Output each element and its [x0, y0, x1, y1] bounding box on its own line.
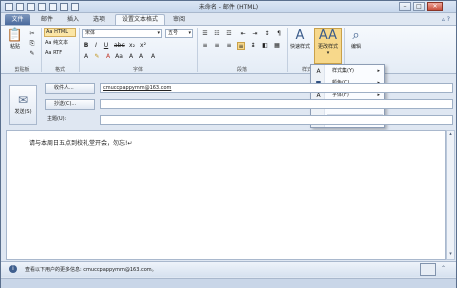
to-recipient[interactable]: cmuccpappymm@163.com: [103, 85, 171, 91]
info-icon: i: [9, 265, 17, 273]
format-rtf-button[interactable]: Aa RTF: [45, 50, 62, 56]
ribbon-tabs: 文件 邮件 插入 选项 设置文本格式 审阅 ▵ ?: [1, 13, 456, 26]
body-text[interactable]: 请与本周日五点到校礼堂开会，勿忘!↵: [29, 138, 132, 147]
strikethrough-button[interactable]: abc: [114, 42, 125, 50]
editing-label: 编辑: [350, 44, 361, 50]
tab-insert[interactable]: 插入: [63, 15, 83, 25]
message-body[interactable]: 请与本周日五点到校礼堂开会，勿忘!↵: [6, 130, 446, 260]
binoculars-icon: ⌕: [352, 28, 360, 43]
tab-file[interactable]: 文件: [5, 14, 30, 25]
style-set-icon: A: [316, 68, 321, 75]
cc-field[interactable]: [100, 99, 453, 109]
format-painter-icon[interactable]: ✎: [28, 50, 36, 58]
show-marks-icon[interactable]: ¶: [275, 30, 283, 38]
send-label: 发送(S): [14, 109, 32, 115]
font-color-icon[interactable]: A: [104, 53, 112, 61]
decrease-indent-icon[interactable]: ⇤: [239, 30, 247, 38]
title-bar: 未命名 - 邮件 (HTML) – □ ✕: [1, 1, 456, 13]
quick-styles-icon: A: [295, 28, 305, 43]
avatar[interactable]: [420, 263, 436, 276]
tab-message[interactable]: 邮件: [37, 15, 57, 25]
to-field[interactable]: cmuccpappymm@163.com: [100, 83, 453, 93]
italic-button[interactable]: I: [92, 42, 100, 50]
paste-label: 粘贴: [9, 44, 20, 50]
format-html-button[interactable]: Aa HTML: [44, 28, 76, 37]
subject-label: 主题(U):: [47, 116, 67, 122]
expand-pane-icon[interactable]: ⌃: [441, 265, 446, 272]
submenu-arrow-icon: ▸: [377, 68, 380, 74]
bold-button[interactable]: B: [82, 42, 90, 50]
status-bar: [1, 278, 456, 288]
format-plain-button[interactable]: Aa 纯文本: [45, 39, 68, 46]
highlight-color-icon[interactable]: ✎: [93, 53, 101, 61]
shrink-font-icon[interactable]: A: [137, 53, 145, 61]
chevron-down-icon: ▾: [326, 50, 330, 56]
window-title: 未命名 - 邮件 (HTML): [198, 4, 259, 11]
font-group-label: 字体: [132, 67, 143, 73]
send-icon: ✉: [17, 93, 29, 107]
group-divider: [41, 28, 42, 72]
change-styles-icon: AA: [318, 28, 338, 43]
grow-font-icon[interactable]: A: [127, 53, 135, 61]
font-size-select[interactable]: 五号 ▾: [165, 29, 193, 38]
cut-icon[interactable]: ✂: [28, 30, 36, 38]
change-styles-button[interactable]: AA 更改样式 ▾: [314, 28, 342, 64]
font-family-select[interactable]: 宋体 ▾: [82, 29, 162, 38]
people-pane-text: 查看以下用户的更多信息: cmuccpappymm@163.com。: [25, 267, 157, 273]
close-button[interactable]: ✕: [427, 2, 443, 11]
editing-button[interactable]: ⌕ 编辑: [346, 28, 366, 51]
scroll-up-icon[interactable]: ▴: [447, 131, 454, 139]
copy-icon[interactable]: ⎘: [28, 40, 36, 48]
font-family-value: 宋体: [85, 30, 96, 36]
align-left-icon[interactable]: ≡: [201, 42, 209, 50]
chevron-down-icon: ▾: [157, 30, 160, 36]
clipboard-group-label: 剪贴板: [14, 67, 30, 73]
paragraph-group-label: 段落: [236, 67, 247, 73]
format-group-label: 格式: [54, 67, 65, 73]
message-window: 未命名 - 邮件 (HTML) – □ ✕ 文件 邮件 插入 选项 设置文本格式…: [0, 0, 457, 288]
quick-styles-label: 快速样式: [289, 44, 310, 50]
group-divider: [197, 28, 198, 72]
align-center-icon[interactable]: ≡: [213, 42, 221, 50]
multilevel-list-icon[interactable]: ☲: [225, 30, 233, 38]
quick-styles-button[interactable]: A 快速样式: [288, 28, 312, 51]
align-right-icon[interactable]: ≡: [225, 42, 233, 50]
maximize-button[interactable]: □: [413, 2, 425, 11]
send-button[interactable]: ✉ 发送(S): [9, 85, 37, 125]
underline-button[interactable]: U: [102, 42, 110, 50]
paste-icon: 📋: [6, 28, 24, 43]
superscript-button[interactable]: x²: [139, 42, 147, 50]
sort-icon[interactable]: ↕: [263, 30, 271, 38]
change-case-icon[interactable]: Aa: [115, 53, 123, 61]
tab-review[interactable]: 审阅: [169, 15, 189, 25]
scroll-down-icon[interactable]: ▾: [447, 251, 454, 259]
bullets-icon[interactable]: ☰: [201, 30, 209, 38]
cc-button[interactable]: 抄送(C)...: [45, 99, 95, 110]
ribbon: 📋 粘贴 ✂ ⎘ ✎ 剪贴板 Aa HTML Aa 纯文本 Aa RTF 格式 …: [1, 25, 456, 74]
line-spacing-icon[interactable]: ↨: [249, 42, 257, 50]
to-button[interactable]: 收件人...: [45, 83, 95, 94]
chevron-down-icon: ▾: [188, 30, 191, 36]
font-size-value: 五号: [168, 30, 179, 36]
justify-icon[interactable]: ≡: [237, 42, 245, 50]
text-effects-icon[interactable]: A: [82, 53, 90, 61]
minimize-button[interactable]: –: [399, 2, 411, 11]
help-icon[interactable]: ▵ ?: [442, 16, 450, 23]
group-divider: [79, 28, 80, 72]
numbering-icon[interactable]: ☷: [213, 30, 221, 38]
fonts-icon: A: [316, 92, 321, 99]
tab-options[interactable]: 选项: [89, 15, 109, 25]
menu-item-label: 样式集(Y): [332, 68, 354, 74]
clear-formatting-icon[interactable]: A: [149, 53, 157, 61]
subscript-button[interactable]: x₂: [128, 42, 136, 50]
paste-button[interactable]: 📋 粘贴: [4, 28, 26, 51]
subject-field[interactable]: [100, 115, 453, 125]
vertical-scrollbar[interactable]: ▴ ▾: [446, 130, 455, 260]
borders-icon[interactable]: ▦: [273, 42, 281, 50]
shading-icon[interactable]: ◧: [261, 42, 269, 50]
menu-item-style-set[interactable]: A 样式集(Y) ▸: [312, 66, 384, 77]
increase-indent-icon[interactable]: ⇥: [251, 30, 259, 38]
